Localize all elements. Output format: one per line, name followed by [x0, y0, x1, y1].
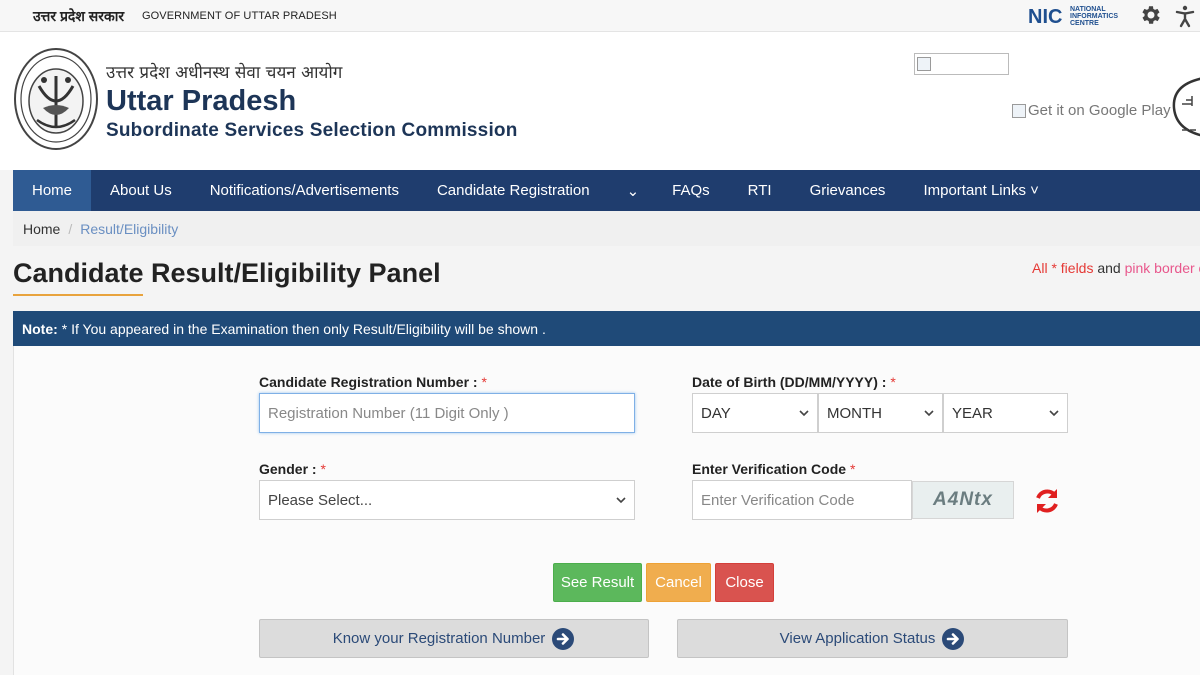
dob-year-value: YEAR: [952, 404, 993, 422]
gender-label: Gender : *: [259, 461, 326, 477]
note-bar: Note: * If You appeared in the Examinati…: [13, 311, 1200, 346]
chevron-down-icon: [799, 410, 809, 417]
dob-month-value: MONTH: [827, 404, 882, 422]
accessibility-icon[interactable]: [1173, 4, 1197, 28]
page-title: Candidate Result/Eligibility Panel: [13, 258, 441, 288]
nav-home[interactable]: Home: [13, 170, 92, 211]
registration-number-input[interactable]: Registration Number (11 Digit Only ): [259, 393, 635, 433]
chevron-down-icon: [1049, 410, 1059, 417]
know-registration-number-button[interactable]: Know your Registration Number: [259, 619, 649, 658]
title-underline: [13, 294, 143, 296]
required-note-star: All * fields: [1032, 260, 1094, 276]
nic-logo-line-3: CENTRE: [1070, 20, 1099, 27]
gender-select[interactable]: Please Select...: [259, 480, 635, 520]
required-star: *: [890, 374, 896, 390]
note-label: Note:: [22, 320, 58, 337]
breadcrumb-separator: /: [68, 220, 73, 237]
arrow-right-circle-icon: [942, 627, 965, 650]
captcha-image: A4Ntx: [912, 481, 1014, 519]
breadcrumb: Home / Result/Eligibility: [13, 211, 1200, 246]
header-title-hindi: उत्तर प्रदेश अधीनस्थ सेवा चयन आयोग: [106, 63, 343, 83]
nav-candidate-registration[interactable]: Candidate Registration: [418, 170, 609, 211]
dob-day-select[interactable]: DAY: [692, 393, 818, 433]
required-star: *: [849, 461, 856, 477]
hindi-government-label: उत्तर प्रदेश सरकार: [33, 8, 125, 24]
registration-number-placeholder: Registration Number (11 Digit Only ): [268, 404, 509, 422]
registration-number-label-text: Candidate Registration Number :: [259, 374, 478, 390]
chevron-down-icon: [924, 410, 934, 417]
main-navbar: Home About Us Notifications/Advertisemen…: [13, 170, 1200, 211]
english-government-label: GOVERNMENT OF UTTAR PRADESH: [142, 10, 337, 22]
view-application-status-button[interactable]: View Application Status: [677, 619, 1068, 658]
required-note-pink: pink border co: [1124, 260, 1200, 276]
swachh-bharat-logo: [1172, 77, 1200, 137]
arrow-right-circle-icon: [552, 627, 575, 650]
nav-about-us[interactable]: About Us: [91, 170, 191, 211]
broken-image-placeholder: [914, 53, 1009, 75]
nic-logo-text: NIC: [1028, 6, 1062, 27]
required-star: *: [320, 461, 326, 477]
nav-faqs[interactable]: FAQs: [653, 170, 729, 211]
header-title-main: Uttar Pradesh: [106, 85, 297, 117]
nic-logo-line-2: INFORMATICS: [1070, 13, 1118, 20]
required-fields-note: All * fields and pink border co: [1032, 260, 1200, 276]
dob-label: Date of Birth (DD/MM/YYYY) : *: [692, 374, 896, 390]
required-note-and: and: [1093, 260, 1125, 276]
breadcrumb-home[interactable]: Home: [23, 221, 60, 237]
required-star: *: [481, 374, 487, 390]
dob-year-select[interactable]: YEAR: [943, 393, 1068, 433]
gear-icon[interactable]: [1138, 3, 1162, 27]
google-play-alt-text: Get it on Google Play: [1028, 102, 1171, 119]
broken-image-icon: [917, 57, 931, 71]
chevron-down-icon: [616, 497, 626, 504]
dob-month-select[interactable]: MONTH: [818, 393, 943, 433]
gender-label-text: Gender :: [259, 461, 317, 477]
google-play-link[interactable]: Get it on Google Play: [1012, 102, 1171, 119]
registration-number-label: Candidate Registration Number : *: [259, 374, 487, 390]
refresh-captcha-icon[interactable]: [1033, 486, 1061, 516]
gender-select-value: Please Select...: [268, 491, 373, 509]
verification-code-label: Enter Verification Code *: [692, 461, 855, 477]
cancel-button[interactable]: Cancel: [646, 563, 711, 602]
know-registration-number-label: Know your Registration Number: [332, 630, 546, 647]
nav-notifications[interactable]: Notifications/Advertisements: [191, 170, 418, 211]
dob-label-text: Date of Birth (DD/MM/YYYY) :: [692, 374, 887, 390]
site-header: उत्तर प्रदेश अधीनस्थ सेवा चयन आयोग Uttar…: [0, 32, 1200, 170]
view-application-status-label: View Application Status: [779, 630, 936, 647]
note-text: * If You appeared in the Examination the…: [61, 320, 546, 337]
verification-code-placeholder: Enter Verification Code: [701, 491, 855, 509]
header-title-subtitle: Subordinate Services Selection Commissio…: [106, 120, 518, 141]
nav-dropdown-caret[interactable]: ⌄: [609, 170, 654, 211]
verification-code-label-text: Enter Verification Code: [692, 461, 847, 477]
nic-logo-line-1: NATIONAL: [1070, 6, 1106, 13]
nav-important-links[interactable]: Important Links ˅: [904, 170, 1057, 211]
dob-day-value: DAY: [701, 404, 731, 422]
up-emblem-logo[interactable]: [13, 46, 99, 152]
breadcrumb-current: Result/Eligibility: [80, 220, 179, 237]
nav-grievances[interactable]: Grievances: [791, 170, 905, 211]
verification-code-input[interactable]: Enter Verification Code: [692, 480, 912, 520]
see-result-button[interactable]: See Result: [553, 563, 642, 602]
broken-image-icon: [1012, 103, 1026, 118]
close-button[interactable]: Close: [715, 563, 774, 602]
top-strip: उत्तर प्रदेश सरकार GOVERNMENT OF UTTAR P…: [0, 0, 1200, 32]
nic-logo-icon[interactable]: NIC NATIONAL INFORMATICS CENTRE: [1028, 3, 1124, 27]
nav-rti[interactable]: RTI: [729, 170, 791, 211]
